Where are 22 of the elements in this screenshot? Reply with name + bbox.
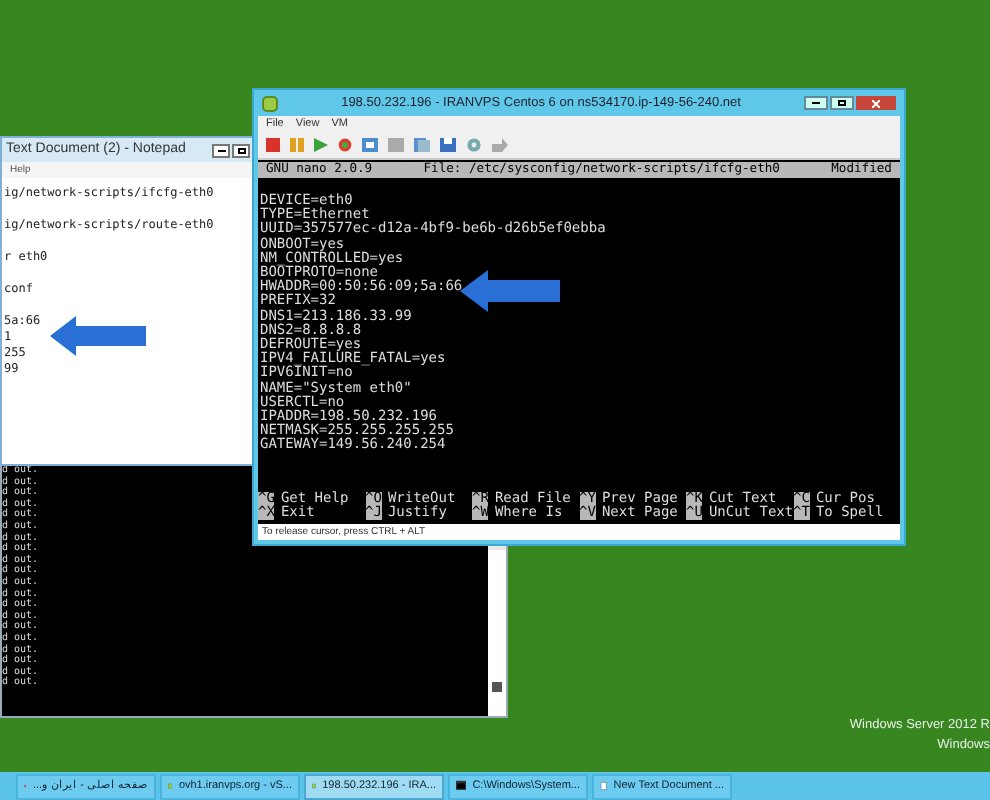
minimize-button[interactable] <box>804 96 828 110</box>
terminal-screen[interactable] <box>258 160 900 524</box>
maximize-button[interactable] <box>830 96 854 110</box>
scroll-thumb[interactable] <box>492 682 502 692</box>
document-icon[interactable] <box>414 138 430 152</box>
close-button[interactable] <box>856 96 896 110</box>
snapshot-icon[interactable] <box>362 138 378 152</box>
notepad-icon <box>600 778 608 794</box>
link-icon <box>168 778 173 794</box>
save-icon[interactable] <box>440 138 456 152</box>
left-arrow-annotation <box>460 270 560 312</box>
scrollbar[interactable] <box>488 550 506 716</box>
left-arrow-annotation <box>50 316 146 356</box>
link-icon <box>262 95 278 111</box>
reset-icon[interactable] <box>338 138 352 152</box>
minimize-button[interactable] <box>212 143 230 157</box>
close-icon <box>872 99 880 107</box>
link-icon <box>312 778 317 794</box>
share-icon[interactable] <box>492 138 508 152</box>
play-icon[interactable] <box>314 138 328 152</box>
console-icon <box>456 778 467 794</box>
maximize-button[interactable] <box>232 143 250 157</box>
